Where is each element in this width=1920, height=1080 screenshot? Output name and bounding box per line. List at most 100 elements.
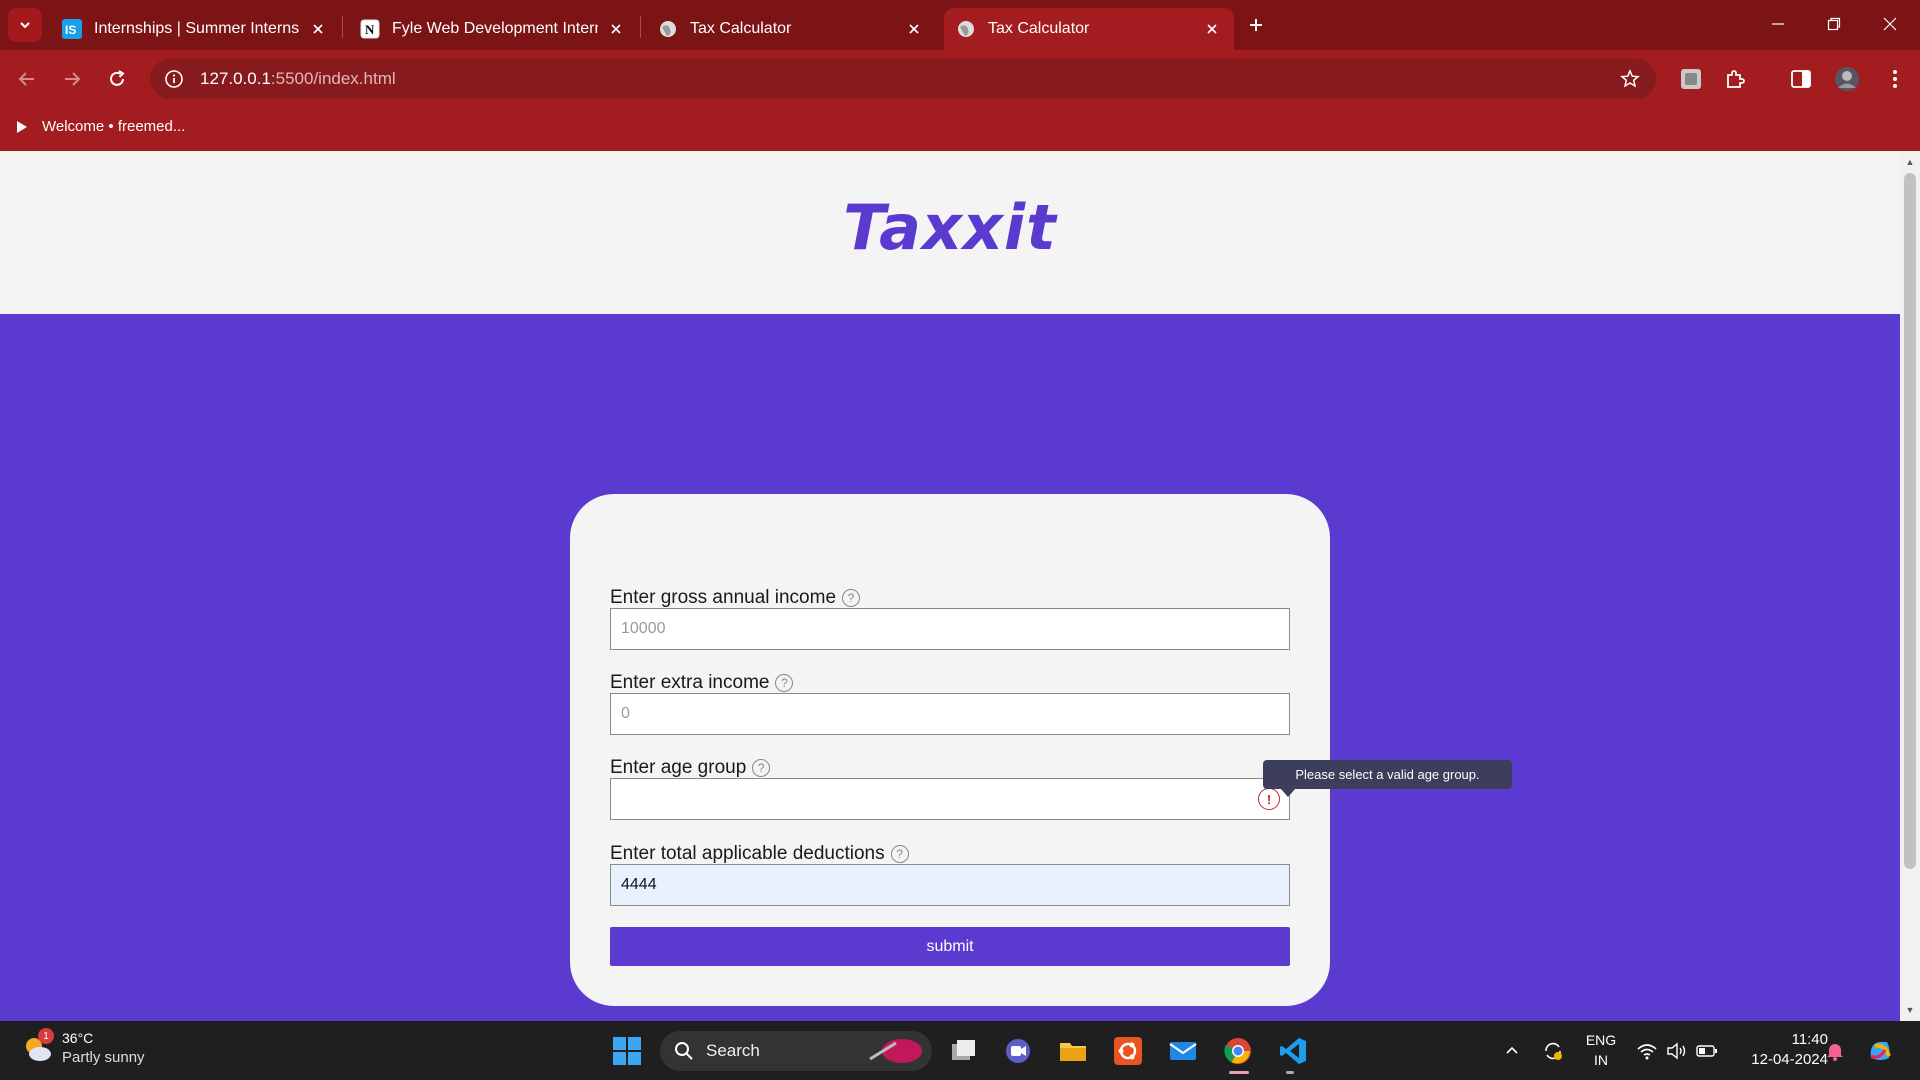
task-view-button[interactable] (946, 1033, 982, 1069)
copilot-icon[interactable] (1862, 1021, 1898, 1080)
close-icon[interactable] (904, 19, 924, 39)
weather-condition: Partly sunny (62, 1049, 145, 1066)
site-info-icon[interactable] (162, 67, 186, 91)
ubuntu-button[interactable] (1110, 1033, 1146, 1069)
show-hidden-icons-button[interactable] (1500, 1021, 1524, 1080)
windows-logo-icon (613, 1037, 641, 1065)
teams-chat-button[interactable] (1000, 1033, 1036, 1069)
scroll-down-arrow-icon[interactable]: ▼ (1905, 1005, 1915, 1015)
file-explorer-button[interactable] (1055, 1033, 1091, 1069)
volume-icon[interactable] (1662, 1021, 1692, 1080)
scrollbar-thumb[interactable] (1904, 173, 1916, 869)
tab-search-button[interactable] (8, 8, 42, 42)
lang-line-2: IN (1594, 1052, 1608, 1068)
sync-tray-icon[interactable] (1538, 1021, 1568, 1080)
tab-tax-calculator-active[interactable]: Tax Calculator (944, 8, 1234, 50)
extra-income-label-text: Enter extra income (610, 672, 770, 693)
folder-icon (1060, 1043, 1086, 1061)
lang-line-1: ENG (1585, 1032, 1617, 1048)
extra-income-input[interactable] (610, 693, 1290, 735)
search-icon (675, 1042, 693, 1060)
extension-icon[interactable] (1676, 64, 1706, 94)
bookmark-star-icon[interactable] (1618, 67, 1642, 91)
mail-button[interactable] (1165, 1033, 1201, 1069)
arrow-left-icon (18, 72, 34, 86)
vscode-icon (1280, 1038, 1306, 1064)
tab-title: Tax Calculator (690, 20, 792, 37)
tab-title: Fyle Web Development Internsh (392, 20, 598, 37)
svg-text:IS: IS (65, 23, 76, 37)
page-scrollbar[interactable]: ▲ ▼ (1900, 151, 1920, 1021)
clock-date: 12-04-2024 (1751, 1051, 1828, 1068)
notification-badge: 1 (38, 1028, 54, 1044)
mail-icon (1169, 1042, 1197, 1060)
url-path: :5500/index.html (270, 69, 396, 88)
tab-separator (342, 16, 343, 38)
age-group-select[interactable] (610, 778, 1290, 820)
gross-income-input[interactable] (610, 608, 1290, 650)
browser-toolbar: 127.0.0.1:5500/index.html (0, 50, 1920, 108)
scroll-up-arrow-icon[interactable]: ▲ (1905, 157, 1915, 167)
wifi-icon[interactable] (1632, 1021, 1662, 1080)
age-group-label-text: Enter age group (610, 757, 747, 778)
notion-icon: N (360, 19, 380, 39)
close-window-button[interactable] (1862, 0, 1918, 48)
taskbar-search[interactable]: Search (660, 1031, 932, 1071)
tab-title: Internships | Summer Internship (94, 20, 300, 37)
restore-icon (1827, 17, 1841, 31)
start-button[interactable] (609, 1033, 645, 1069)
url-host: 127.0.0.1 (200, 69, 271, 88)
restore-button[interactable] (1806, 0, 1862, 48)
new-tab-button[interactable] (1240, 11, 1272, 39)
chrome-button[interactable] (1220, 1033, 1256, 1069)
running-app-indicator (1286, 1071, 1294, 1074)
partly-sunny-icon: 1 (22, 1028, 54, 1064)
tab-tax-calculator[interactable]: Tax Calculator (646, 8, 936, 50)
battery-icon[interactable] (1692, 1021, 1722, 1080)
reload-button[interactable] (100, 62, 134, 96)
globe-icon (658, 19, 678, 39)
tab-internships[interactable]: IS Internships | Summer Internship (50, 8, 340, 50)
chat-icon (1006, 1039, 1030, 1063)
extensions-puzzle-icon[interactable] (1720, 64, 1750, 94)
close-icon[interactable] (1202, 19, 1222, 39)
deductions-input[interactable] (610, 864, 1290, 906)
gross-income-label: Enter gross annual income ? (610, 587, 861, 609)
forward-button[interactable] (55, 62, 89, 96)
help-icon[interactable]: ? (775, 674, 794, 692)
page-viewport: Taxxit Enter gross annual income ? Enter… (0, 151, 1900, 1021)
deductions-label: Enter total applicable deductions ? (610, 843, 909, 865)
site-header: Taxxit (0, 151, 1900, 314)
submit-button[interactable]: submit (610, 927, 1290, 966)
back-button[interactable] (10, 62, 44, 96)
search-highlight-icon (869, 1039, 922, 1063)
side-panel-icon[interactable] (1786, 64, 1816, 94)
minimize-button[interactable] (1750, 0, 1806, 48)
svg-text:N: N (365, 22, 375, 37)
notification-bell-icon[interactable] (1822, 1021, 1848, 1080)
tax-form-card: Enter gross annual income ? Enter extra … (570, 494, 1330, 1006)
active-app-indicator (1229, 1071, 1249, 1074)
help-icon[interactable]: ? (752, 759, 771, 777)
bookmark-item[interactable]: Welcome • freemed... (16, 118, 185, 135)
vscode-button[interactable] (1275, 1033, 1311, 1069)
help-icon[interactable]: ? (842, 589, 861, 607)
weather-widget[interactable]: 1 36°C Partly sunny (22, 1028, 145, 1067)
task-view-icon (952, 1040, 975, 1060)
reload-icon (110, 70, 125, 86)
profile-avatar-icon[interactable] (1832, 64, 1862, 94)
chevron-up-icon (1506, 1046, 1518, 1054)
chevron-down-icon (20, 22, 30, 29)
system-clock[interactable]: 11:40 12-04-2024 (1728, 1030, 1828, 1070)
language-indicator[interactable]: ENG IN (1582, 1030, 1620, 1070)
kebab-menu-icon[interactable] (1880, 64, 1910, 94)
close-icon[interactable] (606, 19, 626, 39)
chrome-icon (1224, 1038, 1251, 1064)
search-label: Search (706, 1041, 760, 1060)
weather-temp: 36°C (62, 1030, 94, 1046)
close-icon[interactable] (308, 19, 328, 39)
address-bar[interactable]: 127.0.0.1:5500/index.html (150, 59, 1656, 99)
tab-fyle[interactable]: N Fyle Web Development Internsh (348, 8, 638, 50)
close-icon (1883, 17, 1897, 31)
help-icon[interactable]: ? (890, 845, 909, 863)
